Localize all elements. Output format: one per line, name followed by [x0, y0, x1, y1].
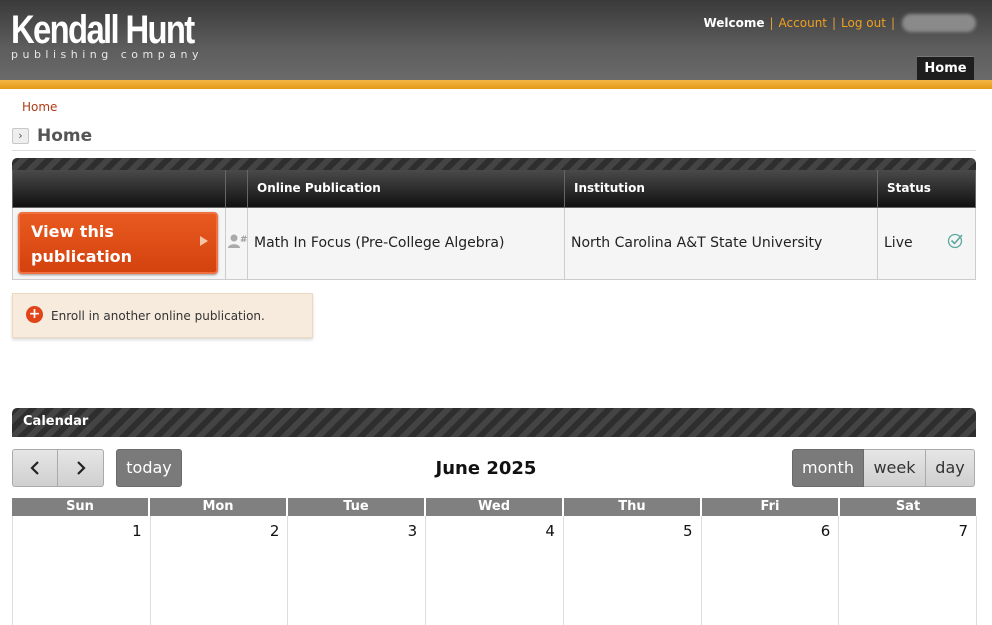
redacted-username: [902, 14, 976, 32]
day-of-week-header: Sun Mon Tue Wed Thu Fri Sat: [12, 498, 976, 516]
nav-tab-home[interactable]: Home: [917, 56, 974, 80]
today-button[interactable]: today: [116, 449, 182, 487]
calendar-title: June 2025: [435, 458, 537, 479]
calendar-day-cell[interactable]: 1: [12, 516, 151, 625]
day-number: 4: [545, 522, 555, 540]
plus-circle-icon: +: [26, 305, 43, 323]
header-accent-bar: [0, 80, 992, 89]
dow-sun: Sun: [12, 498, 150, 516]
calendar-day-cell[interactable]: 5: [562, 516, 702, 625]
enroll-label: Enroll in another online publication.: [51, 308, 265, 323]
publications-table: Online Publication Institution Status Vi…: [12, 170, 976, 280]
column-header-icon: [225, 170, 248, 208]
calendar-week-row: 1 2 3 4 5 6 7: [12, 516, 978, 625]
kendall-hunt-logo[interactable]: Kendall Hunt publishing company: [11, 10, 234, 61]
chevron-left-icon: [30, 461, 39, 475]
separator: |: [769, 16, 774, 30]
view-publication-button[interactable]: View this publication: [18, 212, 218, 274]
column-header-institution: Institution: [564, 170, 878, 208]
month-view-button[interactable]: month: [792, 449, 864, 487]
week-view-button[interactable]: week: [864, 449, 926, 487]
svg-text:#: #: [240, 235, 247, 245]
table-top-bar: [12, 158, 976, 170]
calendar-day-cell[interactable]: 6: [700, 516, 840, 625]
prev-month-button[interactable]: [12, 449, 58, 487]
dow-fri: Fri: [702, 498, 840, 516]
column-header-publication: Online Publication: [247, 170, 565, 208]
dow-wed: Wed: [426, 498, 564, 516]
page-title: Home: [37, 126, 93, 146]
dow-thu: Thu: [564, 498, 702, 516]
day-number: 1: [132, 522, 142, 540]
top-navigation: Welcome | Account | Log out |: [703, 14, 976, 32]
logout-link[interactable]: Log out: [841, 16, 886, 30]
calendar-day-cell[interactable]: 4: [425, 516, 564, 625]
day-number: 7: [958, 522, 969, 540]
status-text: Live: [884, 235, 913, 251]
welcome-text: Welcome: [703, 16, 765, 30]
calendar-day-cell[interactable]: 7: [838, 516, 978, 625]
check-circle-icon: [947, 232, 964, 253]
page-title-row: › Home: [12, 126, 976, 151]
view-publication-label: View this publication: [31, 222, 133, 266]
chevron-right-icon: ›: [12, 128, 29, 144]
dow-sat: Sat: [895, 499, 921, 514]
play-arrow-icon: [200, 236, 208, 246]
user-id-icon: #: [227, 234, 248, 253]
day-view-button[interactable]: day: [926, 449, 975, 487]
calendar-header: Calendar: [12, 408, 976, 437]
calendar-day-cell[interactable]: 2: [149, 516, 289, 625]
day-number: 6: [820, 522, 831, 540]
separator: |: [832, 16, 837, 30]
day-number: 5: [683, 522, 693, 540]
calendar-nav-group: [12, 449, 104, 487]
chevron-right-icon: [76, 461, 86, 475]
table-row: View this publication # Math In Focus (P…: [12, 206, 976, 280]
enroll-another-publication[interactable]: + Enroll in another online publication.: [12, 293, 313, 338]
next-month-button[interactable]: [58, 449, 104, 487]
calendar-view-switch: month week day: [792, 449, 975, 487]
column-header-action: [12, 170, 226, 208]
dow-tue: Tue: [288, 498, 426, 516]
publication-name: Math In Focus (Pre-College Algebra): [247, 206, 565, 280]
dow-mon: Mon: [150, 498, 288, 516]
day-number: 3: [407, 522, 418, 540]
breadcrumb[interactable]: Home: [22, 100, 57, 114]
site-header: Kendall Hunt publishing company Welcome …: [0, 0, 992, 80]
calendar-grid: Sun Mon Tue Wed Thu Fri Sat 1 2 3 4 5 6 …: [12, 498, 978, 625]
column-header-status: Status: [877, 170, 976, 208]
separator: |: [890, 16, 895, 30]
calendar-day-cell[interactable]: 3: [287, 516, 427, 625]
logo-main-text: Kendall Hunt: [11, 8, 195, 52]
day-number: 2: [269, 522, 280, 540]
account-link[interactable]: Account: [779, 16, 827, 30]
institution-name: North Carolina A&T State University: [564, 206, 878, 280]
